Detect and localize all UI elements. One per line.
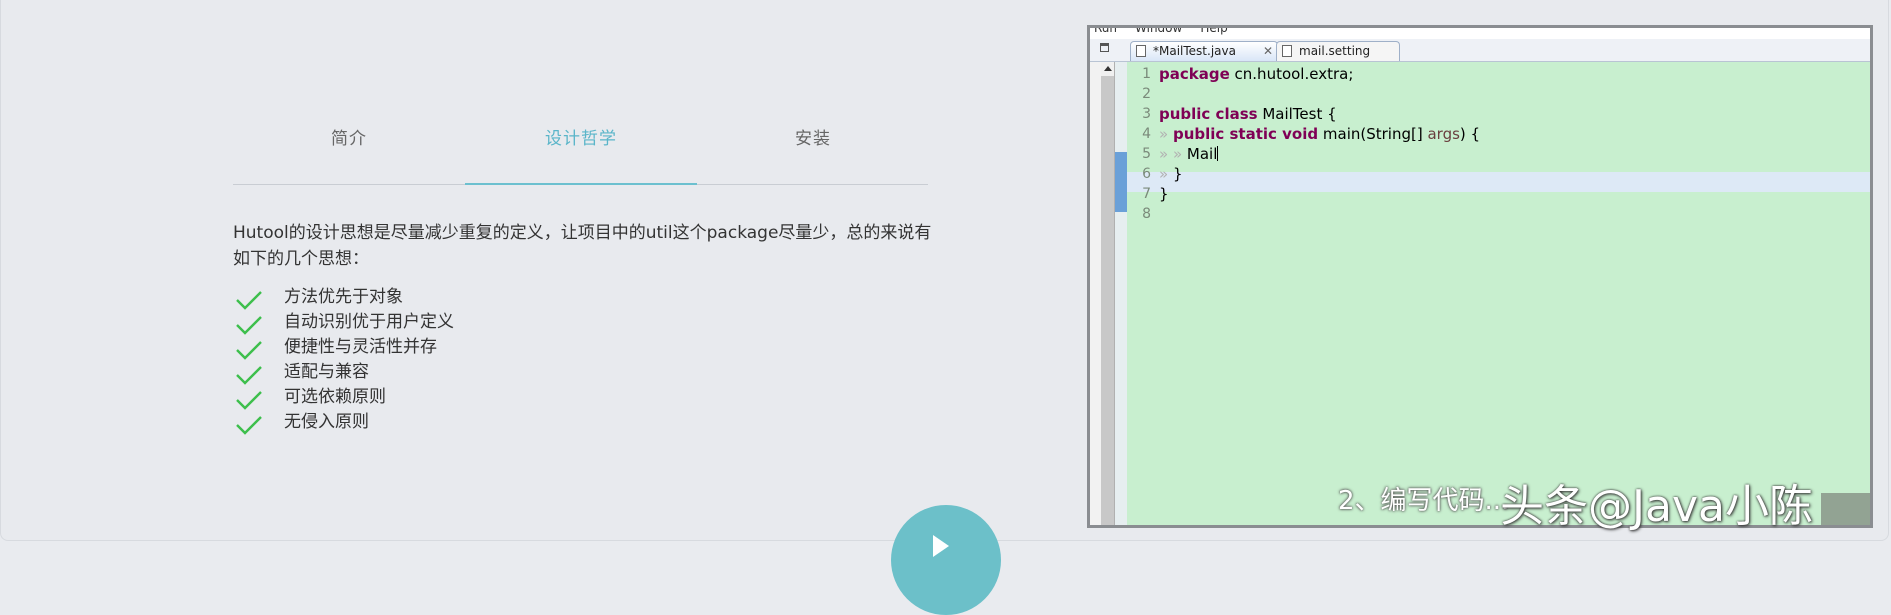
feature-item: 便捷性与灵活性并存 [233, 335, 454, 360]
check-icon [236, 316, 262, 335]
vertical-scrollbar[interactable] [1101, 62, 1115, 525]
video-frame-ide: Run Window Help *MailTest.java ✕ mail.sett… [1087, 25, 1873, 528]
line-number: 2 [1142, 86, 1151, 102]
feature-item: 可选依赖原则 [233, 385, 454, 410]
editor-tab-label: mail.setting [1299, 44, 1371, 58]
change-marker [1115, 152, 1127, 212]
feature-label: 可选依赖原则 [284, 387, 386, 407]
play-icon [933, 535, 949, 557]
code-line-7: } [1159, 185, 1169, 203]
feature-item: 无侵入原则 [233, 410, 454, 435]
feature-label: 自动识别优于用户定义 [284, 312, 454, 332]
scroll-up-button[interactable] [1101, 62, 1114, 76]
feature-list: 方法优先于对象 自动识别优于用户定义 便捷性与灵活性并存 适配与兼容 可选依赖原… [233, 285, 454, 435]
close-icon[interactable]: ✕ [1263, 42, 1273, 61]
watermark-logo-box [1821, 493, 1870, 525]
watermark-text: 头条@Java小陈 [1500, 481, 1813, 532]
tab-intro[interactable]: 简介 [233, 124, 465, 149]
arrow-up-icon [1104, 66, 1112, 71]
file-icon [1282, 45, 1292, 57]
line-number: 5 [1142, 146, 1151, 162]
line-number: 8 [1142, 206, 1151, 222]
line-number: 3 [1142, 106, 1151, 122]
check-icon [236, 341, 262, 360]
current-line-highlight [1115, 172, 1870, 192]
line-number: 1 [1142, 66, 1151, 82]
editor-tab-mail-setting[interactable]: mail.setting [1276, 41, 1400, 61]
active-tab-indicator [465, 183, 697, 185]
code-line-6: » } [1159, 165, 1183, 183]
line-number: 4 [1142, 126, 1151, 142]
feature-item: 自动识别优于用户定义 [233, 310, 454, 335]
ide-menubar: Run Window Help [1090, 28, 1242, 37]
play-button[interactable] [891, 505, 1001, 615]
feature-label: 方法优先于对象 [284, 287, 403, 307]
editor-tab-label: *MailTest.java [1153, 44, 1236, 58]
check-icon [236, 291, 262, 310]
code-editor[interactable]: 1 2 3 4 5 6 7 8 package cn.hutool.extra;… [1115, 62, 1870, 525]
check-icon [236, 366, 262, 385]
check-icon [236, 416, 262, 435]
left-panel-strip [1090, 62, 1101, 525]
video-caption: 2、编写代码... [1338, 486, 1510, 516]
minimize-icon[interactable] [1100, 43, 1109, 52]
check-icon [236, 391, 262, 410]
intro-text: Hutool的设计思想是尽量减少重复的定义，让项目中的util这个package… [233, 223, 932, 269]
line-number: 6 [1142, 166, 1151, 182]
editor-tabbar: *MailTest.java ✕ mail.setting [1090, 39, 1870, 62]
java-file-icon [1136, 45, 1146, 57]
feature-label: 无侵入原则 [284, 412, 369, 432]
feature-item: 适配与兼容 [233, 360, 454, 385]
text-caret [1217, 146, 1219, 161]
tab-design-philosophy[interactable]: 设计哲学 [465, 124, 697, 149]
editor-tab-mailtest[interactable]: *MailTest.java ✕ [1130, 41, 1278, 61]
menu-run[interactable]: Run [1094, 28, 1117, 35]
code-line-5: » » Mail [1159, 145, 1219, 163]
menu-window[interactable]: Window [1135, 28, 1182, 35]
feature-label: 便捷性与灵活性并存 [284, 337, 437, 357]
feature-label: 适配与兼容 [284, 362, 369, 382]
tab-bar: 简介 设计哲学 安装 [233, 110, 928, 186]
menu-help[interactable]: Help [1200, 28, 1227, 35]
code-line-1: package cn.hutool.extra; [1159, 65, 1354, 83]
line-number: 7 [1142, 186, 1151, 202]
tab-install[interactable]: 安装 [697, 124, 929, 149]
feature-item: 方法优先于对象 [233, 285, 454, 310]
code-line-3: public class MailTest { [1159, 105, 1337, 123]
code-line-4: » public static void main(String[] args)… [1159, 125, 1481, 143]
annotation-ruler [1115, 62, 1127, 525]
